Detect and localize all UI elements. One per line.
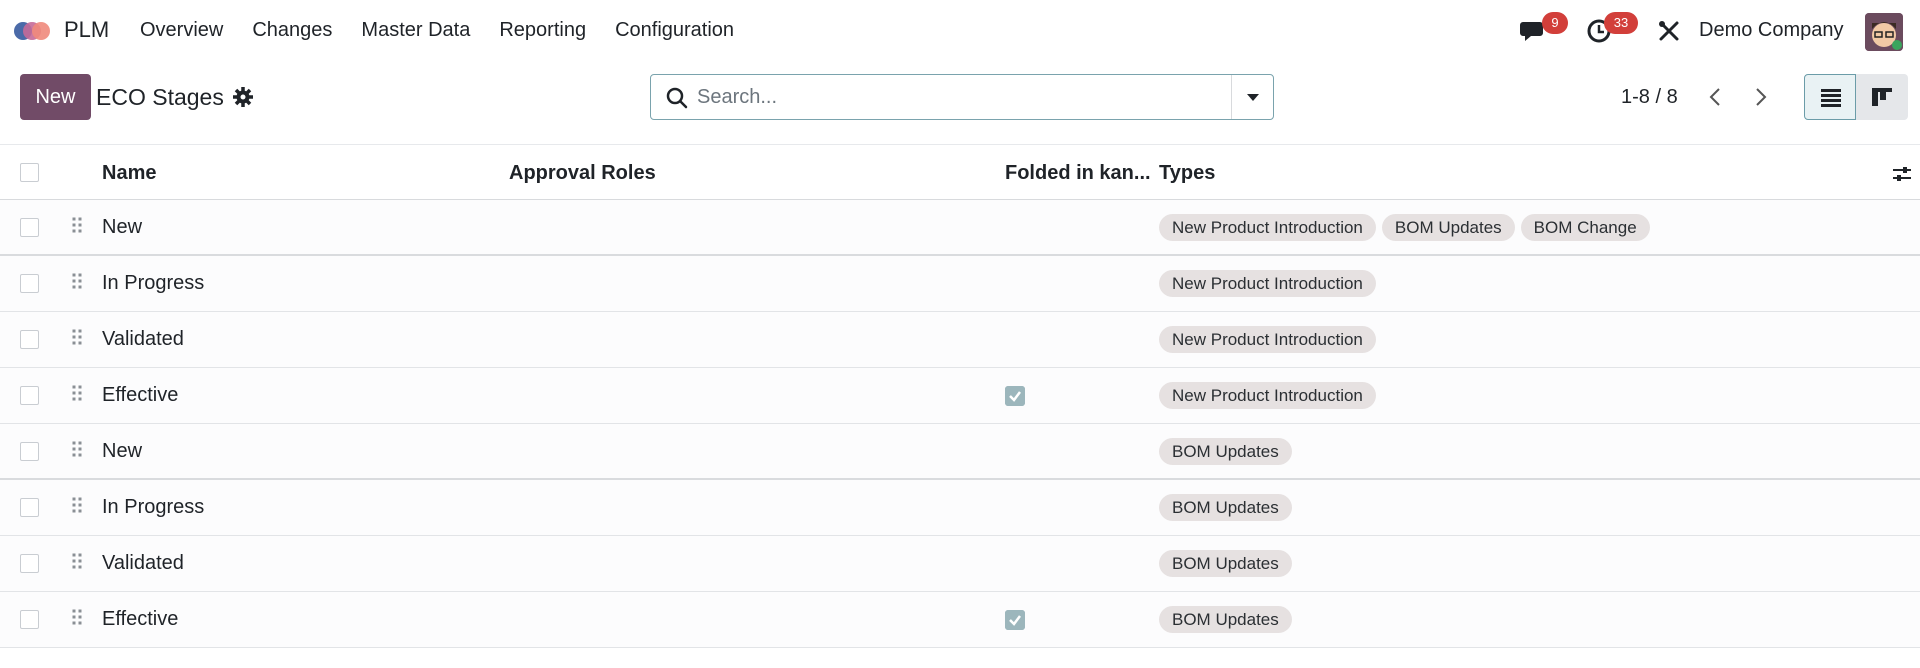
row-checkbox[interactable] [20,274,39,293]
table-row[interactable]: In Progress New Product Introduction [0,256,1920,312]
list-view-icon [1821,89,1841,107]
cell-name[interactable]: In Progress [102,496,204,519]
cell-name[interactable]: New [102,440,142,463]
chevron-left-icon[interactable] [1704,84,1728,110]
menu-master-data[interactable]: Master Data [361,19,470,42]
table-row[interactable]: New BOM Updates [0,424,1920,480]
app-name[interactable]: PLM [64,17,109,43]
row-checkbox[interactable] [20,498,39,517]
user-avatar[interactable] [1865,13,1903,51]
drag-handle-icon[interactable] [71,384,83,406]
optional-columns-icon[interactable] [1891,163,1913,185]
select-all-checkbox[interactable] [20,163,39,182]
types-tags: New Product Introduction [1159,382,1376,409]
type-tag: New Product Introduction [1159,382,1376,409]
app-logo-icon[interactable] [13,17,53,45]
row-checkbox[interactable] [20,610,39,629]
page-title: ECO Stages [96,84,224,110]
cell-name[interactable]: Effective [102,608,178,631]
types-tags: BOM Updates [1159,606,1292,633]
type-tag: BOM Updates [1159,438,1292,465]
activities-badge: 33 [1604,12,1638,34]
row-checkbox[interactable] [20,554,39,573]
type-tag: BOM Updates [1381,214,1515,241]
cell-name[interactable]: Validated [102,328,184,351]
drag-handle-icon[interactable] [71,608,83,630]
table-header: Name Approval Roles Folded in kan... Typ… [0,144,1920,200]
company-switcher[interactable]: Demo Company [1699,19,1844,42]
avatar-face-icon [1865,13,1903,51]
menu-changes[interactable]: Changes [252,19,332,42]
type-tag: New Product Introduction [1159,270,1376,297]
type-tag: BOM Change [1520,214,1650,241]
column-folded[interactable]: Folded in kan... [1005,162,1151,185]
folded-checkbox-checked[interactable] [1005,386,1025,406]
row-checkbox[interactable] [20,330,39,349]
drag-handle-icon[interactable] [71,272,83,294]
folded-checkbox-checked[interactable] [1005,610,1025,630]
gear-icon[interactable] [232,86,254,108]
types-tags: BOM Updates [1159,438,1292,465]
list-view-button[interactable] [1804,74,1856,120]
menu-overview[interactable]: Overview [140,19,223,42]
type-tag: BOM Updates [1159,494,1292,521]
table-row[interactable]: New New Product Introduction BOM Updates BO… [0,200,1920,256]
row-checkbox[interactable] [20,442,39,461]
cell-name[interactable]: New [102,216,142,239]
cell-name[interactable]: Effective [102,384,178,407]
search-options-toggle[interactable] [1231,75,1273,119]
column-types[interactable]: Types [1159,162,1215,185]
main-menu: Overview Changes Master Data Reporting C… [140,19,763,42]
types-tags: BOM Updates [1159,494,1292,521]
type-tag: BOM Updates [1159,606,1292,633]
table-row[interactable]: In Progress BOM Updates [0,480,1920,536]
cell-name[interactable]: Validated [102,552,184,575]
types-tags: New Product Introduction [1159,270,1376,297]
table-row[interactable]: Validated BOM Updates [0,536,1920,592]
type-tag: New Product Introduction [1159,326,1376,353]
chevron-right-icon[interactable] [1748,84,1772,110]
type-tag: BOM Updates [1159,550,1292,577]
menu-reporting[interactable]: Reporting [499,19,586,42]
messages-badge: 9 [1542,12,1568,34]
search-icon [666,87,688,109]
column-name[interactable]: Name [102,162,156,185]
type-tag: New Product Introduction [1159,214,1376,241]
top-navbar: PLM Overview Changes Master Data Reporti… [0,0,1920,61]
row-checkbox[interactable] [20,218,39,237]
drag-handle-icon[interactable] [71,440,83,462]
cell-name[interactable]: In Progress [102,272,204,295]
row-checkbox[interactable] [20,386,39,405]
drag-handle-icon[interactable] [71,496,83,518]
new-button[interactable]: New [20,74,91,120]
menu-configuration[interactable]: Configuration [615,19,734,42]
drag-handle-icon[interactable] [71,216,83,238]
table-row[interactable]: Validated New Product Introduction [0,312,1920,368]
types-tags: New Product Introduction [1159,326,1376,353]
chevron-down-icon [1247,94,1259,101]
table-row[interactable]: Effective BOM Updates [0,592,1920,648]
table-row[interactable]: Effective New Product Introduction [0,368,1920,424]
types-tags: BOM Updates [1159,550,1292,577]
column-approval-roles[interactable]: Approval Roles [509,162,656,185]
kanban-view-icon [1872,88,1892,106]
drag-handle-icon[interactable] [71,328,83,350]
drag-handle-icon[interactable] [71,552,83,574]
types-tags: New Product Introduction BOM Updates BOM C… [1159,214,1650,241]
debug-tools-icon[interactable] [1657,19,1681,43]
kanban-view-button[interactable] [1856,74,1908,120]
pager-value[interactable]: 1-8 / 8 [1621,86,1678,109]
search-input[interactable] [697,83,1197,111]
search-bar [650,74,1274,120]
